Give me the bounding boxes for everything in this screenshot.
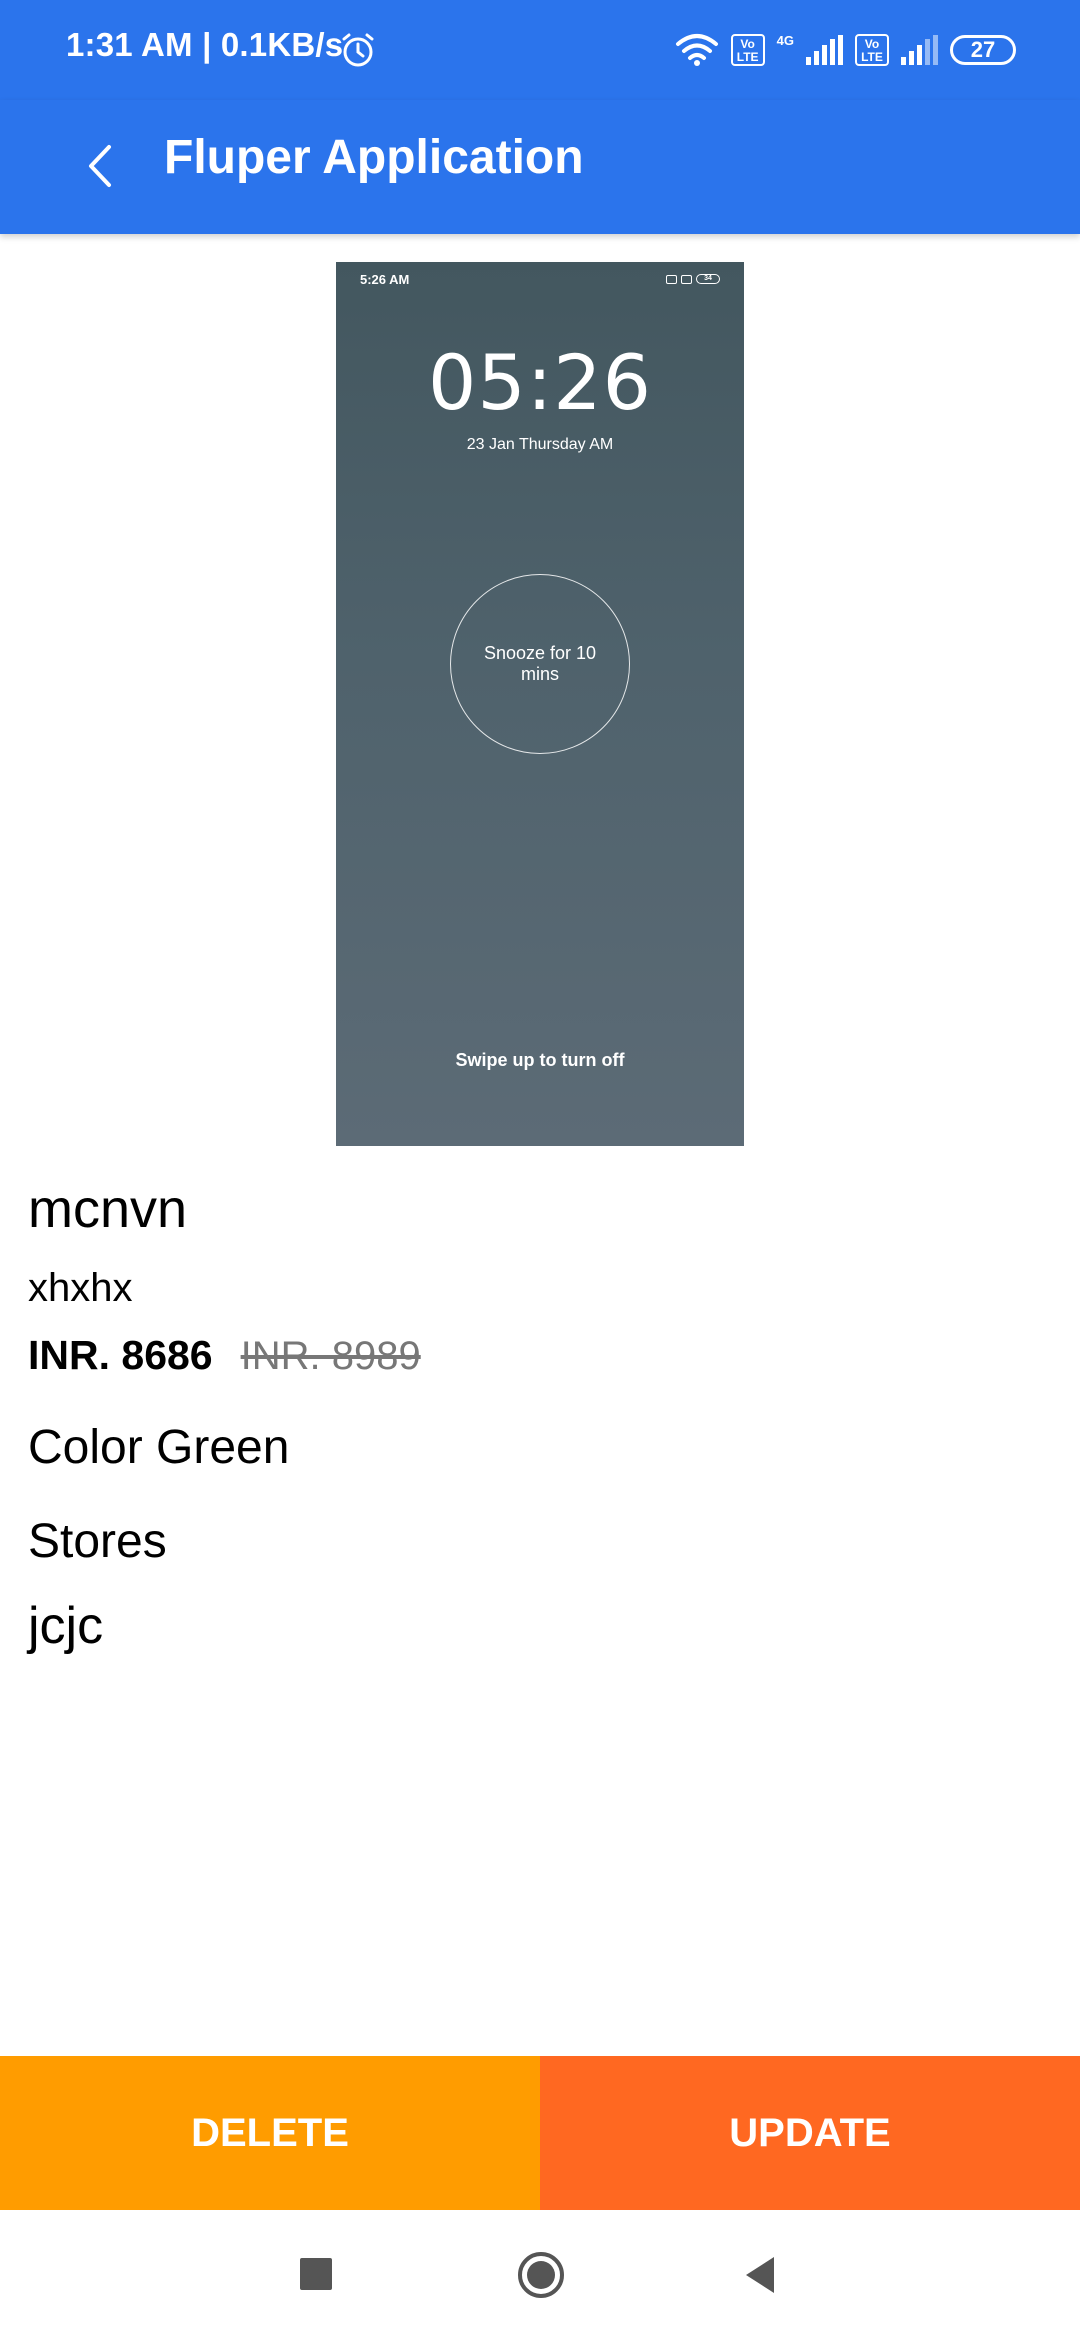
- home-icon[interactable]: [516, 2250, 566, 2300]
- battery-icon: 27: [950, 35, 1016, 65]
- recents-icon[interactable]: [300, 2258, 332, 2290]
- image-status-time: 5:26 AM: [360, 272, 410, 287]
- price-current: INR. 8686: [28, 1332, 213, 1378]
- price-row: INR. 8686 INR. 8989: [28, 1332, 421, 1379]
- action-bar: DELETE UPDATE: [0, 2056, 1080, 2210]
- product-color: Color Green: [28, 1421, 290, 1474]
- signal-icon: [806, 35, 843, 65]
- image-date: 23 Jan Thursday AM: [466, 436, 614, 453]
- system-nav-bar: [0, 2210, 1080, 2340]
- app-bar: Fluper Application: [0, 100, 1080, 234]
- image-status-icons: 34: [666, 274, 720, 284]
- back-arrow-icon: [89, 145, 111, 187]
- volte-icon: Vo LTE: [855, 34, 889, 66]
- image-snooze-circle: Snooze for 10 mins: [450, 574, 630, 754]
- product-name: mcnvn: [28, 1179, 188, 1239]
- image-clock: 05:26: [427, 338, 653, 427]
- image-battery-icon: 34: [696, 274, 720, 284]
- stores-label: Stores: [28, 1515, 167, 1568]
- product-image: 5:26 AM 34 05:26 23 Jan Thursday AM Snoo…: [336, 262, 744, 1146]
- back-icon[interactable]: [740, 2254, 780, 2296]
- network-type: 4G: [776, 32, 794, 48]
- status-icons: Vo LTE 4G Vo LTE 27: [675, 28, 1016, 72]
- signal-icon: [901, 35, 938, 65]
- store-name: jcjc: [28, 1597, 104, 1655]
- volte-icon: Vo LTE: [730, 34, 765, 66]
- price-original: INR. 8989: [240, 1334, 421, 1378]
- image-snooze-label: Snooze for 10 mins: [483, 643, 597, 684]
- delete-button[interactable]: DELETE: [0, 2056, 540, 2210]
- back-button[interactable]: [60, 126, 140, 206]
- wifi-icon: [675, 34, 718, 66]
- alarm-icon: [342, 33, 374, 67]
- image-swipe-hint: Swipe up to turn off: [455, 1050, 625, 1070]
- update-button[interactable]: UPDATE: [540, 2056, 1080, 2210]
- product-subtitle: xhxhx: [28, 1266, 133, 1310]
- status-bar: 1:31 AM | 0.1KB/s Vo LTE 4G Vo LTE 27: [0, 0, 1080, 100]
- status-time: 1:31 AM | 0.1KB/s: [66, 26, 344, 63]
- page-title: Fluper Application: [164, 131, 584, 184]
